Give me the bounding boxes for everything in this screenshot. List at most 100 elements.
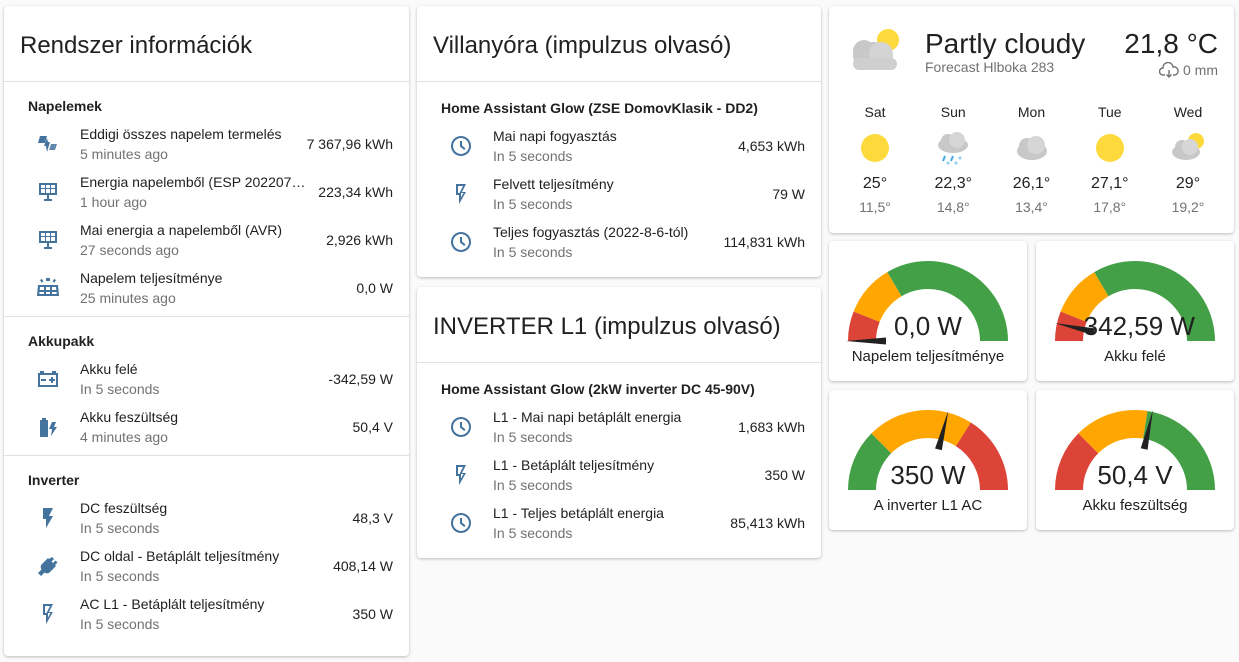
entity-last-changed: In 5 seconds: [80, 381, 160, 397]
entity-text: Teljes fogyasztás (2022-8-6-tól) In 5 sec…: [493, 222, 716, 262]
entity-text: Eddigi összes napelem termelés 5 minutes …: [80, 124, 299, 164]
entity-state: 350 W: [764, 467, 805, 483]
gauge-card[interactable]: 50,4 V Akku feszültség: [1036, 390, 1234, 530]
flash-outline-icon: [441, 174, 481, 214]
entity-text: Akku feszültség 4 minutes ago: [80, 407, 345, 447]
entity-text: Felvett teljesítmény In 5 seconds: [493, 174, 764, 214]
entity-row[interactable]: L1 - Teljes betáplált energia In 5 second…: [441, 499, 805, 547]
forecast-day-name: Mon: [1017, 104, 1046, 120]
entity-name: Akku feszültség: [80, 409, 179, 425]
entity-last-changed: In 5 seconds: [493, 525, 573, 541]
forecast-high: 27,1°: [1090, 175, 1129, 192]
entity-state: 350 W: [352, 606, 393, 622]
entity-row[interactable]: DC oldal - Betáplált teljesítmény In 5 se…: [28, 542, 393, 590]
entity-state: 114,831 kWh: [723, 234, 805, 250]
entity-text: DC feszültség In 5 seconds: [80, 498, 345, 538]
gauge-card[interactable]: 350 W A inverter L1 AC: [829, 390, 1027, 530]
card-title: Villanyóra (impulzus olvasó): [417, 6, 821, 82]
entity-text: L1 - Mai napi betáplált energia In 5 seco…: [493, 407, 730, 447]
section-title: Inverter: [28, 472, 80, 488]
entity-last-changed: 27 seconds ago: [80, 242, 179, 258]
clock-icon: [441, 503, 481, 543]
forecast-day-name: Sun: [940, 104, 966, 120]
solar-panel-icon: [28, 220, 68, 260]
entity-row[interactable]: Mai napi fogyasztás In 5 seconds 4,653 kWh: [441, 122, 805, 170]
entity-row[interactable]: L1 - Betáplált teljesítmény In 5 seconds 3…: [441, 451, 805, 499]
gauge-label: Akku felé: [1104, 348, 1166, 365]
section-title: Napelemek: [28, 98, 102, 114]
battery-charging-icon: [28, 407, 68, 447]
weather-condition: Partly cloudy: [925, 28, 1086, 59]
entity-name: Energia napelemből (ESP 20220718…: [80, 174, 311, 190]
entity-text: L1 - Betáplált teljesítmény In 5 seconds: [493, 455, 757, 495]
gauge-segment: [871, 410, 971, 454]
entity-row[interactable]: DC feszültség In 5 seconds 48,3 V: [28, 494, 393, 542]
flash-icon: [28, 498, 68, 538]
entity-state: 0,0 W: [356, 280, 393, 296]
entity-name: Mai energia a napelemből (AVR): [80, 222, 283, 238]
entity-last-changed: 5 minutes ago: [80, 146, 168, 162]
gauge-card[interactable]: -342,59 W Akku felé: [1036, 241, 1234, 381]
card-title: Rendszer információk: [4, 6, 409, 82]
entity-row[interactable]: Energia napelemből (ESP 20220718… 1 hour …: [28, 168, 393, 216]
entity-row[interactable]: Napelem teljesítménye 25 minutes ago 0,0 W: [28, 264, 393, 312]
forecast-day: Sun 22,3° 14,8°: [923, 102, 983, 222]
forecast-high: 22,3°: [934, 175, 973, 192]
weather-card[interactable]: Partly cloudy Forecast Hlboka 283 21,8 °…: [829, 6, 1234, 233]
entity-state: -342,59 W: [328, 371, 393, 387]
entity-text: Akku felé In 5 seconds: [80, 359, 320, 399]
entity-text: Mai napi fogyasztás In 5 seconds: [493, 126, 730, 166]
entity-name: Teljes fogyasztás (2022-8-6-tól): [493, 224, 689, 240]
forecast-day: Mon 26,1° 13,4°: [1002, 102, 1062, 222]
entity-name: Akku felé: [80, 361, 138, 377]
system-info-card: Rendszer információk Napelemek Eddigi öss…: [4, 6, 409, 656]
entity-last-changed: In 5 seconds: [80, 616, 160, 632]
power-plug-icon: [28, 546, 68, 586]
forecast-low: 11,5°: [859, 199, 891, 215]
entity-name: L1 - Teljes betáplált energia: [493, 505, 664, 521]
entity-state: 223,34 kWh: [318, 184, 393, 200]
solar-panel-large-icon: [28, 268, 68, 308]
forecast-day: Wed 29° 19,2°: [1158, 102, 1218, 222]
entity-row[interactable]: Teljes fogyasztás (2022-8-6-tól) In 5 sec…: [441, 218, 805, 266]
section-1: Akkupakk Akku felé In 5 seconds -342,59 W Ak…: [4, 317, 409, 456]
flash-outline-icon: [28, 594, 68, 634]
entity-name: L1 - Betáplált teljesítmény: [493, 457, 655, 473]
entity-last-changed: In 5 seconds: [493, 196, 573, 212]
forecast-low: 14,8°: [936, 199, 970, 215]
entity-last-changed: In 5 seconds: [493, 429, 573, 445]
forecast-high: 26,1°: [1012, 175, 1051, 192]
entity-name: Mai napi fogyasztás: [493, 128, 617, 144]
entity-row[interactable]: Akku felé In 5 seconds -342,59 W: [28, 355, 393, 403]
section-title: Akkupakk: [28, 333, 95, 349]
entity-last-changed: 4 minutes ago: [80, 429, 168, 445]
gauge-card[interactable]: 0,0 W Napelem teljesítménye: [829, 241, 1027, 381]
entity-last-changed: In 5 seconds: [493, 148, 573, 164]
section-title: Home Assistant Glow (ZSE DomovKlasik - D…: [441, 100, 758, 116]
solar-panel-icon: [28, 172, 68, 212]
entity-row[interactable]: Eddigi összes napelem termelés 5 minutes …: [28, 120, 393, 168]
entity-row[interactable]: L1 - Mai napi betáplált energia In 5 seco…: [441, 403, 805, 451]
solar-power-icon: [28, 124, 68, 164]
weather-location: Forecast Hlboka 283: [925, 59, 1055, 75]
gauge-value: 0,0 W: [894, 311, 962, 341]
entity-row[interactable]: Akku feszültség 4 minutes ago 50,4 V: [28, 403, 393, 451]
section-2: Inverter DC feszültség In 5 seconds 48,3 VD…: [4, 456, 409, 642]
entity-row[interactable]: Felvett teljesítmény In 5 seconds 79 W: [441, 170, 805, 218]
snowy-rainy-icon: [923, 130, 983, 166]
entity-last-changed: In 5 seconds: [80, 520, 160, 536]
forecast-day: Tue 27,1° 17,8°: [1080, 102, 1140, 222]
clock-icon: [441, 407, 481, 447]
sunny-icon: [1080, 130, 1140, 166]
gauge-label: A inverter L1 AC: [873, 497, 983, 514]
section-0: Napelemek Eddigi összes napelem termelés 5…: [4, 82, 409, 317]
entity-text: DC oldal - Betáplált teljesítmény In 5 se…: [80, 546, 325, 586]
entity-row[interactable]: Mai energia a napelemből (AVR) 27 seconds…: [28, 216, 393, 264]
forecast-day: Sat 25° 11,5°: [845, 102, 905, 222]
forecast-day-name: Wed: [1173, 104, 1203, 120]
forecast-low: 17,8°: [1093, 199, 1127, 215]
section-title: Home Assistant Glow (2kW inverter DC 45-…: [441, 381, 755, 397]
gauge-label: Akku feszültség: [1082, 497, 1188, 514]
entity-row[interactable]: AC L1 - Betáplált teljesítmény In 5 secon…: [28, 590, 393, 638]
entity-text: Energia napelemből (ESP 20220718… 1 hour …: [80, 172, 310, 212]
